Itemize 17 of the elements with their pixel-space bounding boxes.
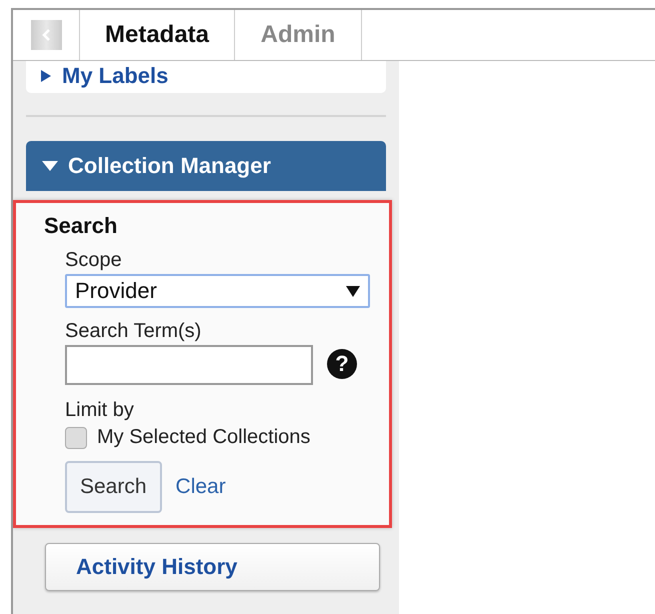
checkbox-label: My Selected Collections [97,426,310,449]
search-button[interactable]: Search [65,461,162,513]
collapse-button[interactable] [30,20,62,50]
search-heading: Search [44,213,118,239]
search-terms-field[interactable] [65,345,313,385]
scope-dropdown[interactable]: Provider [65,274,370,308]
dropdown-arrow-icon [346,285,360,297]
chevron-left-icon [42,29,50,41]
help-icon[interactable]: ? [327,349,357,379]
activity-history-button[interactable]: Activity History [45,543,380,591]
scope-label: Scope [65,249,123,272]
limit-by-label: Limit by [65,399,135,422]
checkbox[interactable] [65,426,87,448]
labels-link[interactable]: My Labels [40,65,168,87]
search-terms-label: Search Term(s) [65,320,202,343]
clear-link[interactable]: Clear [176,475,226,499]
collection-manager-header[interactable]: Collection Manager [26,141,386,191]
